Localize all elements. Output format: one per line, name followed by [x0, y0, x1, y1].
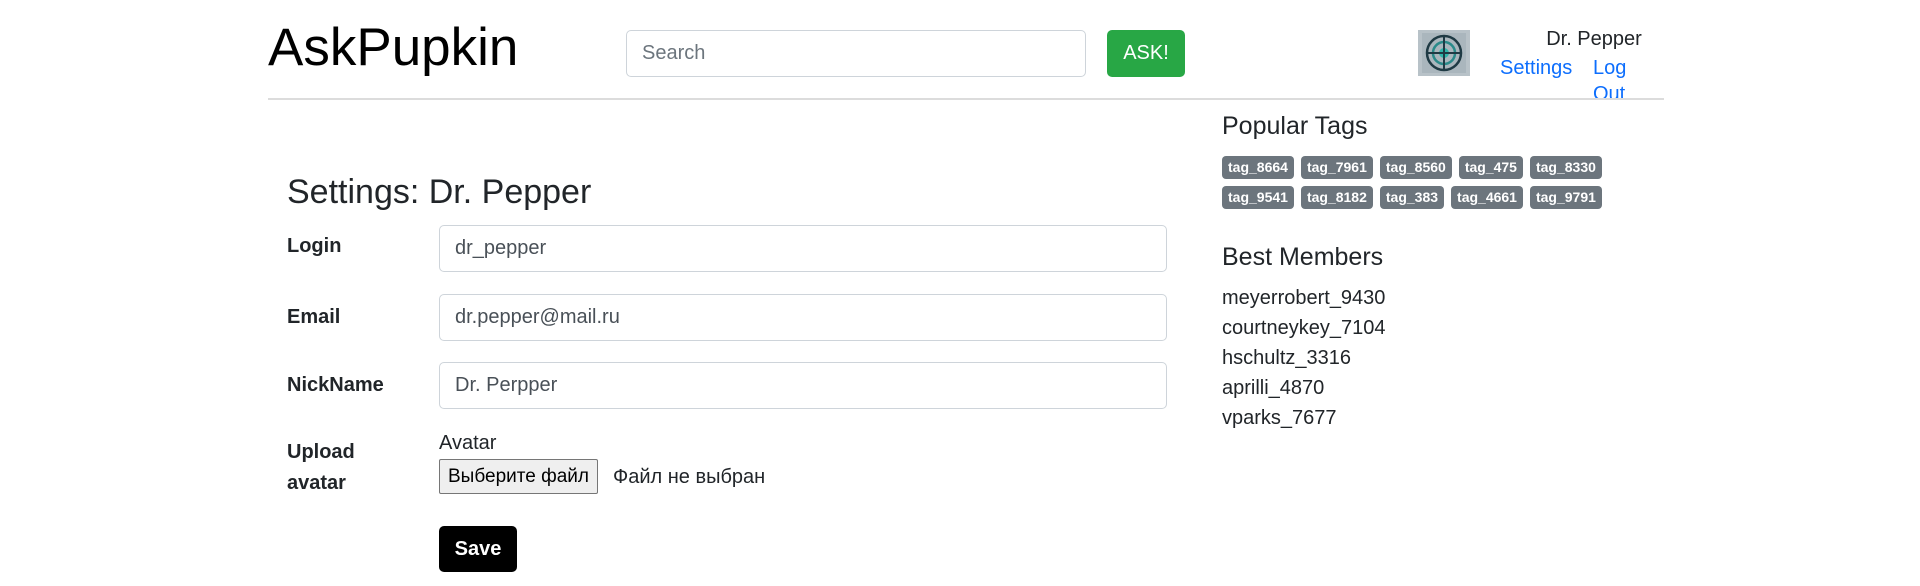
email-label: Email — [287, 306, 341, 328]
tag-badge[interactable]: tag_8330 — [1529, 156, 1602, 179]
page-container: AskPupkin ASK! Dr. Pepper Settings Log O… — [268, 0, 1664, 586]
popular-tags-list: tag_8664 tag_7961 tag_8560 tag_475 tag_8… — [1222, 156, 1642, 209]
avatar-caption: Avatar — [439, 432, 497, 454]
best-members-list: meyerrobert_9430 courtneykey_7104 hschul… — [1222, 283, 1385, 433]
settings-link[interactable]: Settings — [1500, 55, 1572, 81]
ask-button[interactable]: ASK! — [1107, 30, 1185, 77]
nickname-field[interactable] — [439, 362, 1167, 409]
tag-badge[interactable]: tag_8664 — [1222, 156, 1294, 179]
avatar-image-icon — [1422, 33, 1466, 73]
member-item[interactable]: vparks_7677 — [1222, 403, 1385, 433]
page-title: Settings: Dr. Pepper — [287, 173, 592, 211]
upload-avatar-label-line2: avatar — [287, 472, 346, 494]
file-status-text: Файл не выбран — [613, 466, 766, 488]
header-divider — [268, 98, 1664, 100]
login-field[interactable] — [439, 225, 1167, 272]
best-members-title: Best Members — [1222, 243, 1384, 271]
tag-badge[interactable]: tag_475 — [1458, 156, 1523, 179]
tag-badge[interactable]: tag_8182 — [1300, 186, 1373, 209]
upload-avatar-label-line1: Upload — [287, 441, 355, 463]
member-item[interactable]: aprilli_4870 — [1222, 373, 1385, 403]
tag-badge[interactable]: tag_9791 — [1529, 186, 1602, 209]
login-label: Login — [287, 235, 342, 257]
avatar[interactable] — [1418, 30, 1470, 76]
popular-tags-title: Popular Tags — [1222, 112, 1368, 140]
tag-badge[interactable]: tag_383 — [1379, 186, 1445, 209]
tag-badge[interactable]: tag_4661 — [1451, 186, 1523, 209]
member-item[interactable]: hschultz_3316 — [1222, 343, 1385, 373]
nickname-label: NickName — [287, 374, 384, 396]
save-button[interactable]: Save — [439, 526, 517, 572]
member-item[interactable]: courtneykey_7104 — [1222, 313, 1385, 343]
search-input[interactable] — [626, 30, 1086, 77]
site-logo[interactable]: AskPupkin — [268, 18, 518, 78]
tag-badge[interactable]: tag_8560 — [1379, 156, 1452, 179]
tag-badge[interactable]: tag_7961 — [1300, 156, 1373, 179]
member-item[interactable]: meyerrobert_9430 — [1222, 283, 1385, 313]
username-label: Dr. Pepper — [1546, 28, 1642, 50]
email-field[interactable] — [439, 294, 1167, 341]
choose-file-button[interactable]: Выберите файл — [439, 459, 598, 494]
tag-badge[interactable]: tag_9541 — [1222, 186, 1294, 209]
